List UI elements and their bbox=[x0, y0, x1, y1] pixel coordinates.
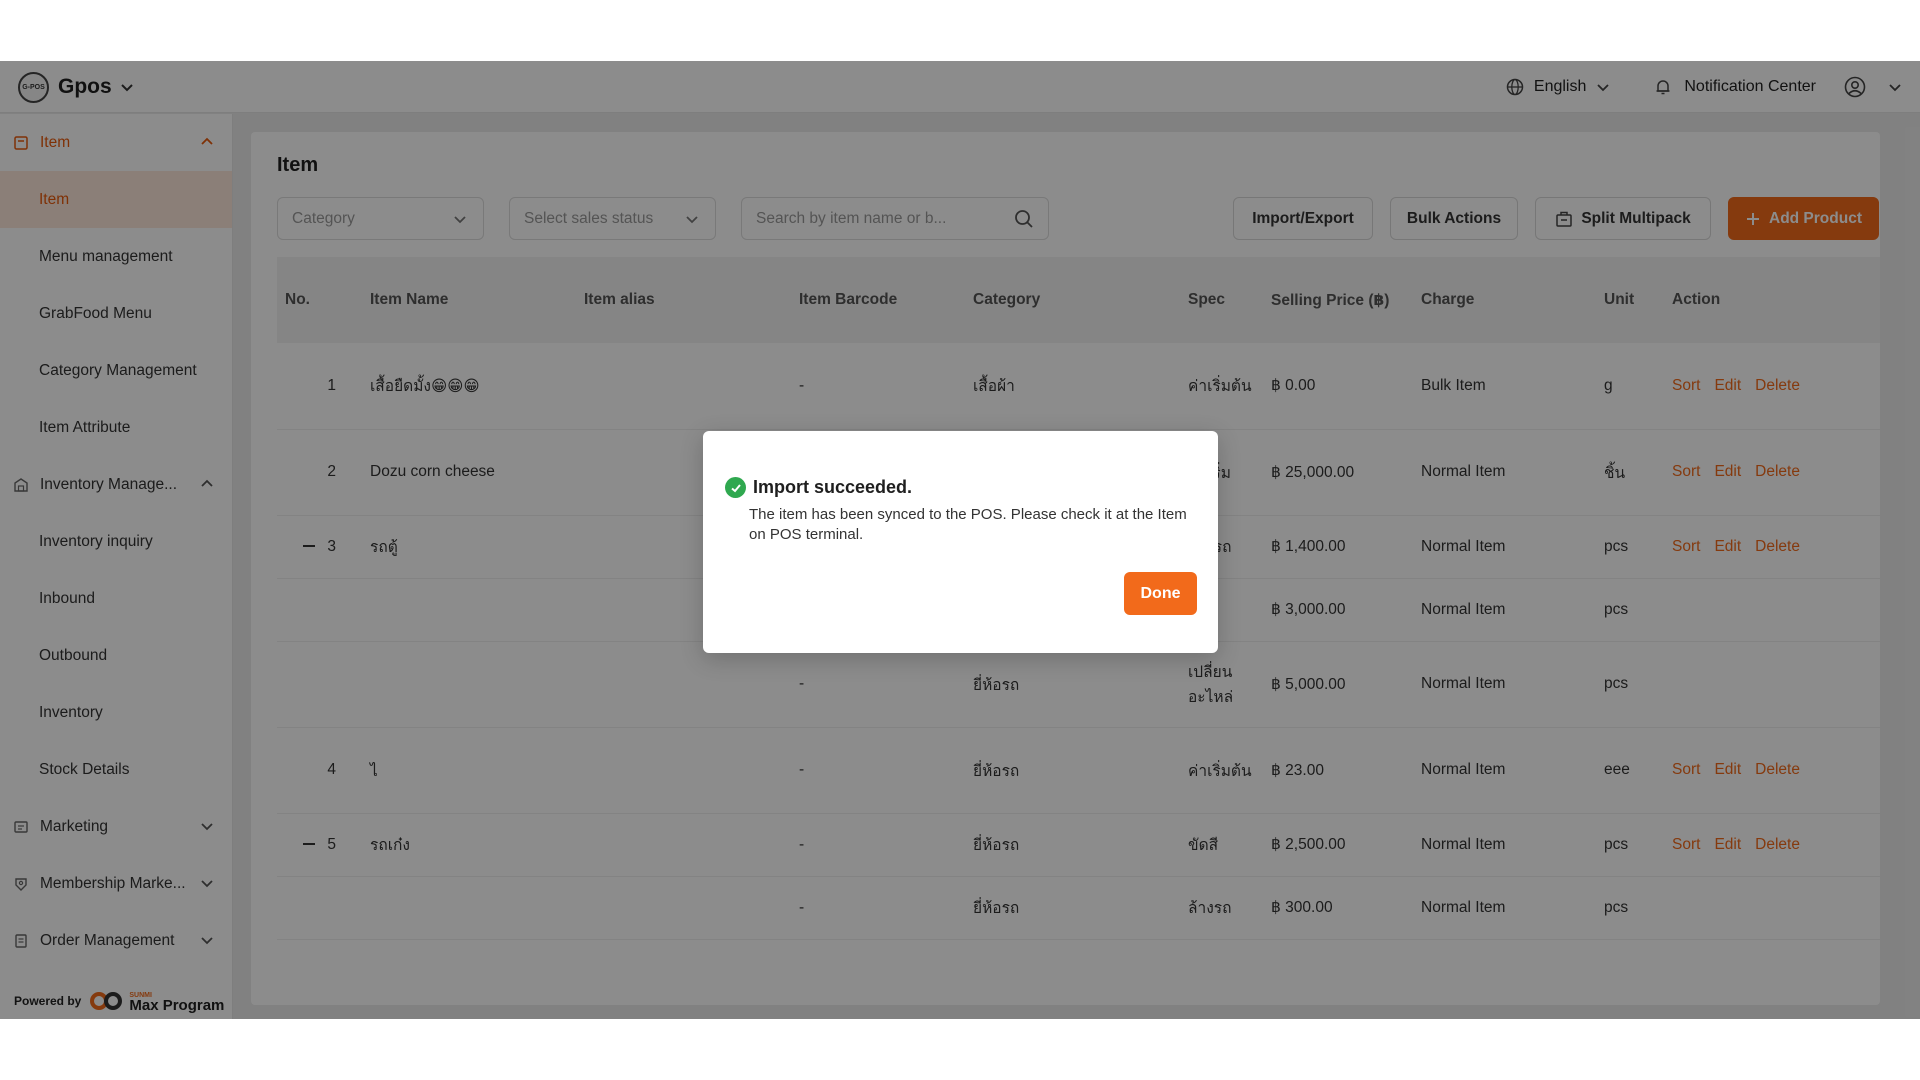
app-window: G-POS Gpos English Notification Center I… bbox=[0, 61, 1920, 1019]
import-success-dialog: Import succeeded. The item has been sync… bbox=[703, 431, 1218, 653]
dialog-message: The item has been synced to the POS. Ple… bbox=[749, 506, 1187, 543]
dialog-title: Import succeeded. bbox=[753, 477, 913, 497]
check-circle-icon bbox=[725, 477, 746, 498]
done-button[interactable]: Done bbox=[1124, 572, 1197, 615]
